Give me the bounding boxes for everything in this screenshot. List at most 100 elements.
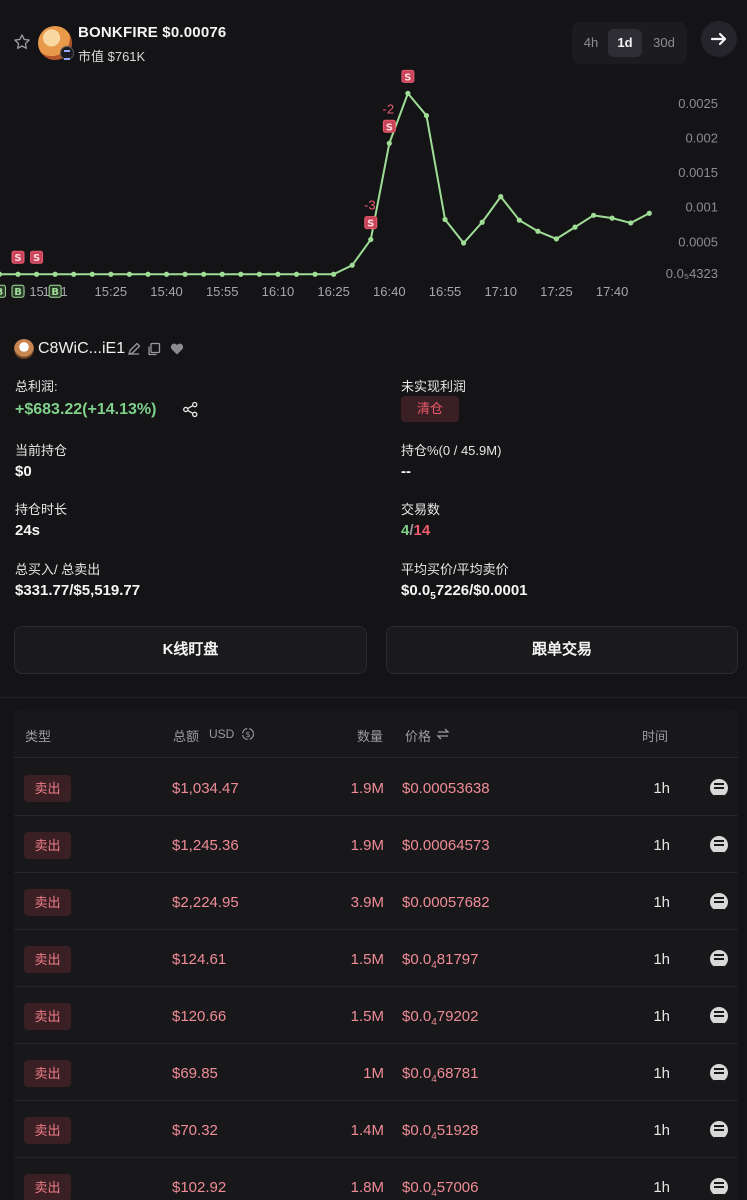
tab-4h[interactable]: 4h: [578, 29, 604, 57]
trade-price-rest: 57006: [436, 1179, 479, 1196]
copy-icon[interactable]: [146, 341, 162, 357]
avg-price-prefix: $0.0: [401, 582, 431, 599]
col-total: 总额: [173, 729, 200, 744]
price-point: [516, 217, 522, 223]
x-tick-label: 15:55: [206, 284, 239, 299]
cleared-badge: 清仓: [401, 396, 459, 422]
table-row[interactable]: 卖出 $124.61 1.5M $0.0481797 1h: [14, 930, 738, 987]
y-tick-label: 0.0005: [678, 234, 718, 249]
price-point: [368, 236, 374, 243]
kline-watch-button[interactable]: K线盯盘: [14, 626, 367, 674]
price-point: [405, 90, 411, 96]
table-row[interactable]: 卖出 $69.85 1M $0.0468781 1h: [14, 1044, 738, 1101]
solana-icon[interactable]: [710, 893, 728, 911]
copy-trade-button[interactable]: 跟单交易: [386, 626, 738, 674]
currency-toggle[interactable]: USD: [209, 727, 234, 741]
price-point: [331, 271, 337, 277]
tab-1d[interactable]: 1d: [608, 29, 642, 57]
price-point: [628, 220, 634, 226]
price-point: [238, 271, 244, 277]
table-row[interactable]: 卖出 $102.92 1.8M $0.0457006 1h: [14, 1158, 738, 1200]
holding-pct-label: 持仓%(0 / 45.9M): [401, 443, 502, 458]
share-icon[interactable]: [182, 401, 199, 418]
trade-price: $0.0481797: [402, 951, 478, 971]
currency-switch-icon[interactable]: $: [241, 727, 255, 741]
price-point: [590, 212, 597, 218]
table-row[interactable]: 卖出 $120.66 1.5M $0.0479202 1h: [14, 987, 738, 1044]
price-point: [15, 271, 21, 277]
total-profit-value: +$683.22(+14.13%): [15, 401, 157, 418]
price-chart[interactable]: 0.00250.0020.00150.0010.00050.0₅43231015…: [0, 65, 747, 310]
price-point: [0, 271, 3, 277]
price-point: [461, 240, 467, 246]
trade-type-badge: 卖出: [24, 1060, 71, 1087]
price-point: [126, 271, 132, 277]
solana-icon[interactable]: [710, 779, 728, 797]
trade-time: 1h: [653, 1179, 670, 1196]
holding-pct-value: --: [401, 463, 411, 480]
tab-30d[interactable]: 30d: [646, 29, 682, 57]
price-point: [572, 224, 578, 230]
table-header: 类型 总额 USD $ 数量 价格 时间: [14, 709, 738, 758]
swap-icon[interactable]: [436, 727, 450, 741]
duration-label: 持仓时长: [15, 502, 68, 517]
buy-sell-label: 总买入/ 总卖出: [15, 562, 101, 577]
trade-price: $0.0451928: [402, 1122, 478, 1142]
wallet-address[interactable]: C8WiC...iE1: [38, 340, 125, 358]
x-tick-label: 17:40: [596, 284, 629, 299]
holding-label: 当前持仓: [15, 443, 68, 458]
marker-label: S: [33, 253, 40, 264]
trade-price-rest: 51928: [436, 1122, 479, 1139]
price-point: [609, 215, 615, 221]
star-icon[interactable]: [12, 32, 32, 52]
solana-icon[interactable]: [710, 1064, 728, 1082]
price-point: [646, 210, 652, 216]
price-point: [219, 271, 225, 277]
trade-price-rest: 79202: [436, 1008, 479, 1025]
wallet-avatar: [14, 339, 34, 359]
edit-icon[interactable]: [126, 341, 142, 357]
trade-price-prefix: $0.0: [402, 1065, 432, 1082]
x-tick-label: 16:10: [262, 284, 295, 299]
next-button[interactable]: [701, 21, 737, 57]
trade-qty: 1.9M: [350, 837, 384, 854]
trade-price-prefix: $0.00053638: [402, 780, 490, 797]
y-tick-label: 0.001: [685, 200, 718, 215]
trades-label: 交易数: [401, 502, 441, 517]
svg-text:$: $: [245, 730, 250, 739]
price-point: [442, 216, 448, 223]
trade-qty: 3.9M: [350, 894, 384, 911]
trade-total: $1,034.47: [172, 780, 239, 797]
table-row[interactable]: 卖出 $1,034.47 1.9M $0.00053638 1h: [14, 759, 738, 816]
price-point: [256, 271, 262, 277]
trade-time: 1h: [653, 837, 670, 854]
price-point: [108, 271, 114, 277]
marker-label: S: [404, 72, 411, 83]
heart-icon[interactable]: [169, 341, 185, 357]
price-line: [0, 92, 650, 276]
trades-value: 4/14: [401, 522, 430, 539]
x-tick-label: 17:25: [540, 284, 573, 299]
price-point: [52, 271, 58, 277]
solana-icon[interactable]: [710, 836, 728, 854]
table-row[interactable]: 卖出 $1,245.36 1.9M $0.00064573 1h: [14, 816, 738, 873]
price-point: [163, 271, 170, 277]
solana-icon[interactable]: [710, 1007, 728, 1025]
market-cap: 市值 $761K: [78, 49, 146, 64]
solana-icon[interactable]: [710, 950, 728, 968]
trade-qty: 1M: [363, 1065, 384, 1082]
trade-total: $102.92: [172, 1179, 227, 1196]
table-row[interactable]: 卖出 $70.32 1.4M $0.0451928 1h: [14, 1101, 738, 1158]
solana-icon[interactable]: [710, 1121, 728, 1139]
trade-price-prefix: $0.00057682: [402, 894, 490, 911]
trade-price: $0.00053638: [402, 780, 490, 800]
trade-total: $2,224.95: [172, 894, 239, 911]
y-tick-label: 0.0025: [678, 96, 718, 111]
x-tick-label: 15:40: [150, 284, 183, 299]
x-tick-label: 16:55: [429, 284, 462, 299]
y-tick-label: 0.002: [685, 130, 718, 145]
arrow-right-icon: [710, 32, 727, 46]
table-row[interactable]: 卖出 $2,224.95 3.9M $0.00057682 1h: [14, 873, 738, 930]
marker-label: S: [386, 122, 393, 133]
solana-icon[interactable]: [710, 1178, 728, 1196]
